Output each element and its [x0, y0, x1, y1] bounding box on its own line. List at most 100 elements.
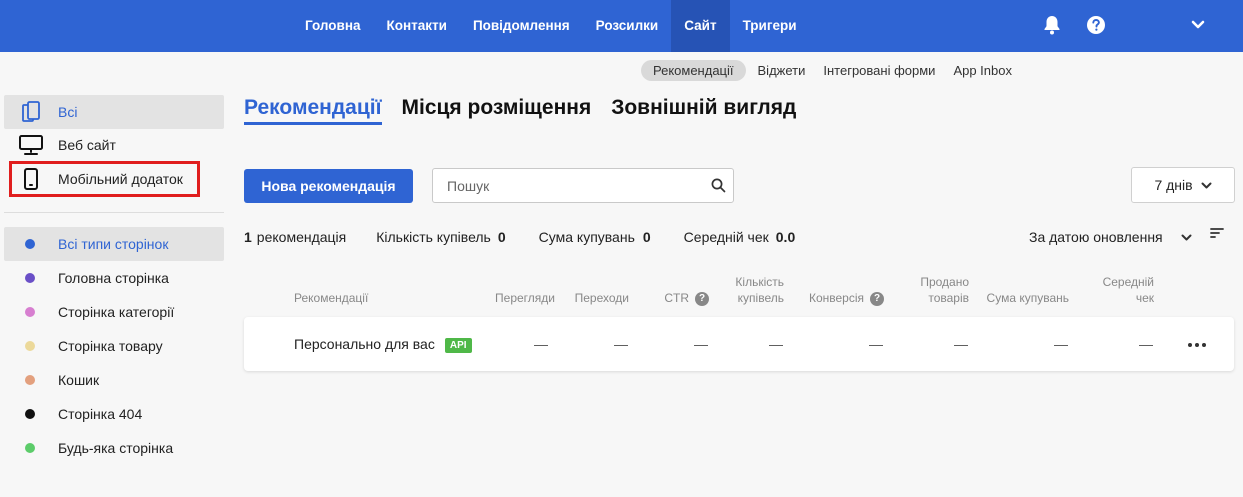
- sidebar-item-label: Всі типи сторінок: [58, 236, 169, 252]
- chevron-down-icon: [1201, 177, 1212, 193]
- column-header-sold[interactable]: Продано товарів: [920, 274, 969, 306]
- column-header-purchases[interactable]: Кількість купівель: [735, 274, 784, 306]
- sidebar-item-mobile-app[interactable]: Мобільний додаток: [4, 162, 224, 196]
- subnav-item-app-inbox[interactable]: App Inbox: [947, 60, 1018, 81]
- nav-item-home[interactable]: Головна: [292, 0, 374, 52]
- top-nav: Головна Контакти Повідомлення Розсилки С…: [292, 0, 810, 52]
- column-header-avg-check[interactable]: Середній чек: [1103, 274, 1154, 306]
- chevron-down-icon: [1181, 229, 1192, 245]
- column-header-purchases-line2: купівель: [737, 291, 784, 305]
- sum-value: 0: [642, 229, 651, 245]
- sidebar-item-label: Мобільний додаток: [58, 171, 183, 187]
- sidebar-item-website[interactable]: Веб сайт: [4, 128, 224, 162]
- recommendation-count: 1: [244, 229, 252, 245]
- sidebar-item-any-page[interactable]: Будь-яка сторінка: [4, 431, 224, 465]
- top-navbar: Головна Контакти Повідомлення Розсилки С…: [0, 0, 1243, 52]
- nav-item-site[interactable]: Сайт: [671, 0, 730, 52]
- bell-icon[interactable]: [1041, 14, 1063, 36]
- nav-item-messages[interactable]: Повідомлення: [460, 0, 583, 52]
- column-header-views[interactable]: Перегляди: [495, 290, 555, 306]
- help-icon[interactable]: ?: [870, 291, 884, 306]
- purchases-cell: —: [769, 336, 783, 352]
- search-box: [432, 168, 734, 203]
- page-type-dot: [25, 239, 35, 249]
- sort-order-icon[interactable]: [1210, 226, 1224, 242]
- clicks-cell: —: [614, 336, 628, 352]
- sidebar-item-404-page[interactable]: Сторінка 404: [4, 397, 224, 431]
- tab-recommendations[interactable]: Рекомендації: [244, 96, 382, 125]
- subnav-item-integrated-forms[interactable]: Інтегровані форми: [817, 60, 941, 81]
- recommendation-count-label: рекомендація: [256, 229, 347, 245]
- all-devices-icon: [18, 101, 44, 123]
- purchases-value: 0: [497, 229, 506, 245]
- help-icon[interactable]: ?: [695, 291, 709, 306]
- subnav-item-widgets[interactable]: Віджети: [752, 60, 812, 81]
- views-cell: —: [534, 336, 548, 352]
- sidebar-item-all[interactable]: Всі: [4, 95, 224, 129]
- avg-check-cell: —: [1139, 336, 1153, 352]
- page-type-dot: [25, 409, 35, 419]
- help-icon[interactable]: [1085, 14, 1107, 36]
- ctr-cell: —: [694, 336, 708, 352]
- main-tabs: Рекомендації Місця розміщення Зовнішній …: [244, 96, 796, 125]
- tab-appearance[interactable]: Зовнішній вигляд: [611, 96, 796, 125]
- sidebar-item-label: Всі: [58, 104, 78, 120]
- search-icon[interactable]: [703, 178, 733, 193]
- sidebar-item-product-page[interactable]: Сторінка товару: [4, 329, 224, 363]
- column-header-ctr-label: CTR: [664, 291, 689, 305]
- period-select[interactable]: 7 днів: [1131, 167, 1235, 203]
- column-header-purchases-line1: Кількість: [735, 275, 784, 289]
- column-header-avg-check-line1: Середній: [1102, 275, 1154, 289]
- column-header-conversion-label: Конверсія: [808, 291, 864, 305]
- sum-cell: —: [1054, 336, 1068, 352]
- table-row[interactable]: Персонально для вас API — — — — — — — —: [244, 317, 1234, 371]
- column-header-sold-line1: Продано: [920, 275, 969, 289]
- sidebar-divider: [4, 212, 224, 213]
- recommendation-name[interactable]: Персонально для вас: [294, 336, 435, 352]
- sidebar-item-cart[interactable]: Кошик: [4, 363, 224, 397]
- column-header-sold-line2: товарів: [928, 291, 969, 305]
- avg-check-label: Середній чек: [683, 229, 769, 245]
- purchases-label: Кількість купівель: [376, 229, 491, 245]
- sum-label: Сума купувань: [538, 229, 635, 245]
- page-type-dot: [25, 375, 35, 385]
- column-header-conversion[interactable]: Конверсія?: [809, 290, 884, 306]
- sidebar-item-label: Будь-яка сторінка: [58, 440, 174, 456]
- column-header-ctr[interactable]: CTR?: [664, 290, 709, 306]
- summary-bar: 1 рекомендація Кількість купівель 0 Сума…: [244, 229, 795, 245]
- column-header-name[interactable]: Рекомендації: [294, 290, 368, 306]
- sidebar-item-label: Сторінка товару: [58, 338, 163, 354]
- chevron-down-icon[interactable]: [1187, 14, 1209, 36]
- sold-cell: —: [954, 336, 968, 352]
- page-type-dot: [25, 273, 35, 283]
- sidebar-item-label: Сторінка 404: [58, 406, 143, 422]
- sidebar-item-all-page-types[interactable]: Всі типи сторінок: [4, 227, 224, 261]
- sidebar-item-label: Кошик: [58, 372, 100, 388]
- sort-select[interactable]: За датою оновлення: [1029, 229, 1192, 245]
- nav-item-triggers[interactable]: Тригери: [730, 0, 810, 52]
- column-header-avg-check-line2: чек: [1135, 291, 1154, 305]
- sidebar-item-label: Головна сторінка: [58, 270, 169, 286]
- new-recommendation-button[interactable]: Нова рекомендація: [244, 169, 413, 203]
- sidebar-item-home-page[interactable]: Головна сторінка: [4, 261, 224, 295]
- mobile-icon: [18, 168, 44, 190]
- api-badge: API: [444, 337, 472, 353]
- sidebar-item-category-page[interactable]: Сторінка категорії: [4, 295, 224, 329]
- page-type-dot: [25, 443, 35, 453]
- nav-item-campaigns[interactable]: Розсилки: [583, 0, 672, 52]
- column-header-clicks[interactable]: Переходи: [575, 290, 629, 306]
- column-header-sum[interactable]: Сума купувань: [987, 290, 1069, 306]
- recommendation-name-cell: Персонально для вас API: [294, 317, 472, 371]
- sort-select-value: За датою оновлення: [1029, 229, 1163, 245]
- page-type-dot: [25, 307, 35, 317]
- search-input[interactable]: [433, 169, 703, 202]
- page-type-dot: [25, 341, 35, 351]
- tab-placements[interactable]: Місця розміщення: [402, 96, 592, 125]
- subnav-item-recommendations[interactable]: Рекомендації: [641, 60, 746, 81]
- avg-check-value: 0.0: [775, 229, 796, 245]
- conversion-cell: —: [869, 336, 883, 352]
- sub-nav: Рекомендації Віджети Інтегровані форми A…: [641, 60, 1018, 81]
- nav-item-contacts[interactable]: Контакти: [374, 0, 460, 52]
- more-options-icon[interactable]: [1188, 317, 1206, 371]
- sidebar-item-label: Веб сайт: [58, 137, 116, 153]
